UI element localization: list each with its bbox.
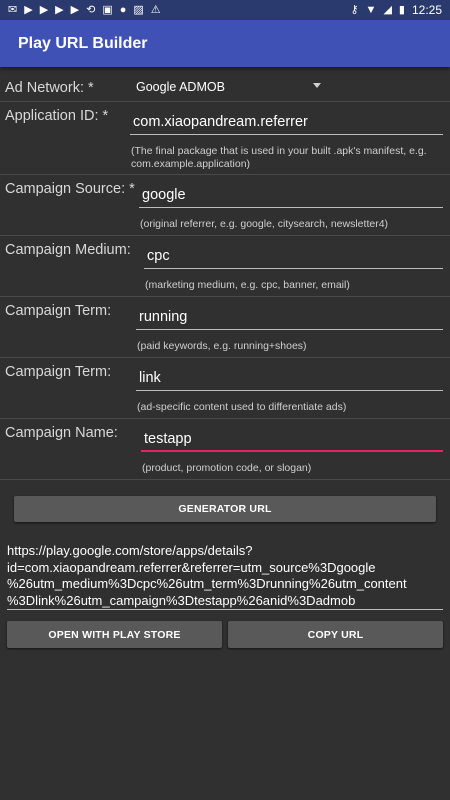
campaign-content-label: Campaign Term: [5, 364, 112, 380]
campaign-term-label: Campaign Term: [5, 303, 112, 319]
no-rotate-icon: ⟲ [86, 3, 96, 16]
application-id-input[interactable]: com.xiaopandream.referrer [130, 111, 443, 135]
key-icon: ⚷ [350, 3, 359, 16]
play-icon: ▶ [70, 3, 80, 16]
dropdown-arrow-icon[interactable] [313, 83, 321, 88]
campaign-source-input[interactable]: google [139, 184, 443, 208]
screen-icon: ▣ [102, 3, 113, 16]
open-with-play-store-button[interactable]: OPEN WITH PLAY STORE [7, 621, 222, 648]
url-line: id=com.xiaopandream.referrer&referrer=ut… [7, 559, 376, 575]
status-time: 12:25 [411, 3, 442, 17]
application-id-hint-2: com.example.application) [131, 158, 251, 170]
generated-url-text[interactable]: https://play.google.com/store/apps/detai… [7, 543, 443, 609]
warning-icon: ⚠ [150, 3, 161, 16]
campaign-source-label: Campaign Source: * [5, 181, 135, 197]
app-bar: Play URL Builder [0, 20, 450, 67]
signal-icon: ◢ [383, 3, 392, 16]
application-id-label: Application ID: * [5, 108, 109, 124]
url-line: https://play.google.com/store/apps/detai… [7, 543, 253, 558]
url-line: %26utm_medium%3Dcpc%26utm_term%3Drunning… [7, 576, 407, 591]
campaign-content-hint: (ad-specific content used to differentia… [137, 401, 347, 413]
photo-icon: ▨ [133, 3, 144, 16]
campaign-content-input[interactable]: link [136, 367, 443, 391]
play-icon: ▶ [55, 3, 64, 16]
campaign-name-input[interactable]: testapp [141, 428, 443, 452]
copy-url-button[interactable]: COPY URL [228, 621, 443, 648]
campaign-name-label: Campaign Name: [5, 425, 118, 441]
application-id-hint-1: (The final package that is used in your … [131, 145, 427, 157]
campaign-medium-hint: (marketing medium, e.g. cpc, banner, ema… [145, 279, 350, 291]
status-icons-right: ⚷ ▼ ◢ ▮ 12:25 [350, 3, 442, 17]
battery-icon: ▮ [398, 3, 405, 16]
play-icon: ▶ [39, 3, 49, 16]
status-icons-left: ✉ ▶ ▶ ▶ ▶ ⟲ ▣ ● ▨ ⚠ [8, 3, 161, 16]
status-bar: ✉ ▶ ▶ ▶ ▶ ⟲ ▣ ● ▨ ⚠ ⚷ ▼ ◢ ▮ 12:25 [0, 0, 450, 20]
url-line: %3Dlink%26utm_campaign%3Dtestapp%26anid%… [7, 592, 356, 608]
campaign-name-hint: (product, promotion code, or slogan) [142, 462, 312, 474]
campaign-term-hint: (paid keywords, e.g. running+shoes) [137, 340, 307, 352]
campaign-source-hint: (original referrer, e.g. google, citysea… [140, 218, 389, 230]
campaign-medium-input[interactable]: cpc [144, 245, 443, 269]
ad-network-spinner[interactable]: Google ADMOB [136, 80, 225, 94]
wifi-icon: ▼ [365, 3, 377, 16]
mail-icon: ✉ [8, 3, 18, 16]
android-icon: ● [119, 3, 127, 16]
campaign-term-input[interactable]: running [136, 306, 443, 330]
campaign-medium-label: Campaign Medium: [5, 242, 131, 258]
generate-url-button[interactable]: GENERATOR URL [14, 496, 436, 522]
url-underline [7, 609, 443, 610]
ad-network-label: Ad Network: * [5, 80, 94, 96]
app-title: Play URL Builder [18, 34, 148, 52]
play-icon: ▶ [24, 3, 33, 16]
